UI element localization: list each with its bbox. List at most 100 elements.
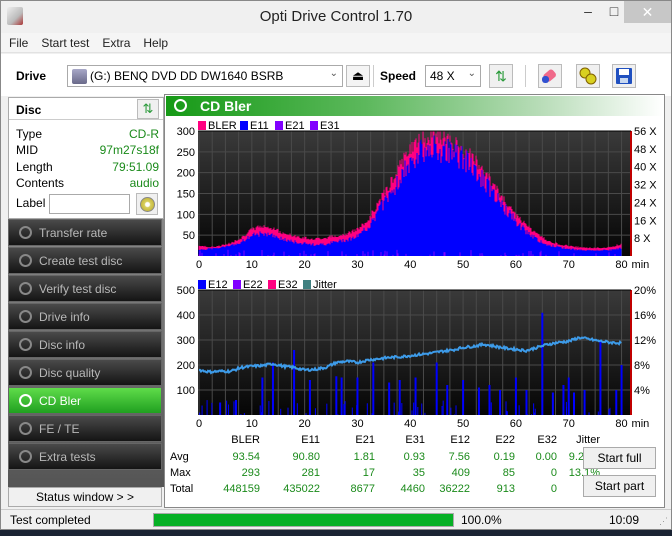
floppy-disk-icon [616,68,632,84]
gears-icon [579,67,597,85]
disc-label-input[interactable] [49,194,130,214]
disc-test-icon [19,394,32,407]
stats-row-label: Total [170,483,194,495]
x-tick-label: 40 [404,418,416,430]
x-tick-label: 50 [457,418,469,430]
nav-fe-te[interactable]: FE / TE [8,415,162,442]
disc-label-key: Label [16,196,51,212]
x-tick-label: 40 [404,259,416,271]
apply-label-button[interactable] [136,193,158,215]
legend-label: E21 [285,120,305,132]
y2-tick-label: 56 X [634,126,657,138]
nav-extra-tests[interactable]: Extra tests [8,443,162,470]
label-caption: Label [16,196,46,210]
stats-header: E12 [450,434,470,446]
refresh-icon: ⇅ [495,68,507,84]
menu-start-test[interactable]: Start test [33,33,94,50]
refresh-speed-button[interactable]: ⇅ [489,64,513,88]
disc-value: audio [129,176,159,190]
toolbar: Drive (G:) BENQ DVD DD DW1640 BSRB ⌄ ⏏ S… [1,54,671,96]
disc-row-mid: MID 97m27s18f [16,143,159,159]
x-tick-label: 30 [351,259,363,271]
nav-label: CD Bler [39,394,82,408]
cd-bler-icon [174,99,187,112]
eject-button[interactable]: ⏏ [346,65,370,87]
nav-label: Extra tests [39,450,96,464]
legend-label: E31 [320,120,340,132]
legend-swatch [310,121,318,130]
nav-transfer-rate[interactable]: Transfer rate [8,219,162,246]
stats-header: BLER [231,434,260,446]
stats-row-label: Max [170,467,191,479]
y-tick-label: 150 [177,189,195,201]
nav-cd-bler[interactable]: CD Bler [8,387,162,414]
y2-tick-label: 16 X [634,215,657,227]
start-full-button[interactable]: Start full [583,447,656,469]
menu-file[interactable]: File [1,33,33,50]
stats-cell: 93.54 [232,451,260,463]
x-tick-label: 80 [615,259,627,271]
legend-swatch [303,280,311,289]
disc-key: MID [16,143,38,157]
disc-row-contents: Contents audio [16,176,159,192]
erase-button[interactable] [538,64,562,88]
stats-cell: 1.81 [353,451,375,463]
menu-extra[interactable]: Extra [94,33,135,50]
x-axis-unit: min [632,259,650,271]
disc-panel: Disc ⇅ Type CD-R MID 97m27s18f Length 79:51… [8,97,164,219]
menu-help[interactable]: Help [135,33,173,50]
settings-button[interactable] [576,64,600,88]
drive-select[interactable]: (G:) BENQ DVD DD DW1640 BSRB ⌄ [67,65,343,87]
nav-verify-test-disc[interactable]: Verify test disc [8,275,162,302]
nav-disc-quality[interactable]: Disc quality [8,359,162,386]
legend-label: E22 [243,279,263,291]
disc-test-icon [19,226,32,239]
y2-tick-label: 8 X [634,233,651,245]
stats-table: BLER E11 E21 E31 E12 E22 E32 Jitter Avg 93.54 90.8… [165,430,600,500]
nav-disc-info[interactable]: Disc info [8,331,162,358]
refresh-disc-button[interactable]: ⇅ [137,99,159,119]
minimize-button[interactable]: – [575,3,601,25]
refresh-icon: ⇅ [142,101,154,116]
y-tick-label: 250 [177,147,195,159]
main-panel: CD Bler BLER E11 E21 E31 50 100 150 200 250 300 8 … [164,94,665,508]
disc-test-icon [19,310,32,323]
disc-test-icon [19,366,32,379]
panel-title: CD Bler [200,98,252,114]
nav-label: Create test disc [39,254,123,268]
status-bar: Test completed 100.0% 10:09 ⋰ [1,509,671,529]
legend-swatch [268,280,276,289]
nav-drive-info[interactable]: Drive info [8,303,162,330]
stats-header: Jitter [576,434,600,446]
x-tick-label: 60 [510,259,522,271]
x-tick-label: 0 [196,418,202,430]
y2-tick-label: 12% [634,335,656,347]
stats-cell: 293 [241,467,260,479]
save-button[interactable] [612,64,636,88]
nav-label: Transfer rate [39,226,108,240]
x-tick-label: 10 [246,418,258,430]
speed-select[interactable]: 48 X ⌄ [425,65,481,87]
x-tick-label: 60 [510,418,522,430]
title-bar: Opti Drive Control 1.70 – □ ✕ [1,1,671,33]
legend-swatch [240,121,248,130]
stats-header: E31 [405,434,425,446]
eject-icon: ⏏ [351,68,365,83]
resize-grip-icon[interactable]: ⋰ [659,516,668,527]
y-tick-label: 50 [183,230,195,242]
disc-key: Contents [16,176,65,190]
stats-cell: 281 [301,467,320,479]
disc-icon [140,197,155,212]
disc-test-icon [19,422,32,435]
drive-label: Drive [16,69,47,83]
status-window-button[interactable]: Status window > > [8,487,162,507]
x-tick-label: 80 [615,418,627,430]
y-tick-label: 300 [177,126,195,138]
nav-create-test-disc[interactable]: Create test disc [8,247,162,274]
y2-tick-label: 48 X [634,144,657,156]
close-button[interactable]: ✕ [624,1,671,23]
start-part-button[interactable]: Start part [583,475,656,497]
y2-tick-label: 32 X [634,180,657,192]
toolbar-divider [373,65,374,87]
nav-label: FE / TE [39,422,80,436]
